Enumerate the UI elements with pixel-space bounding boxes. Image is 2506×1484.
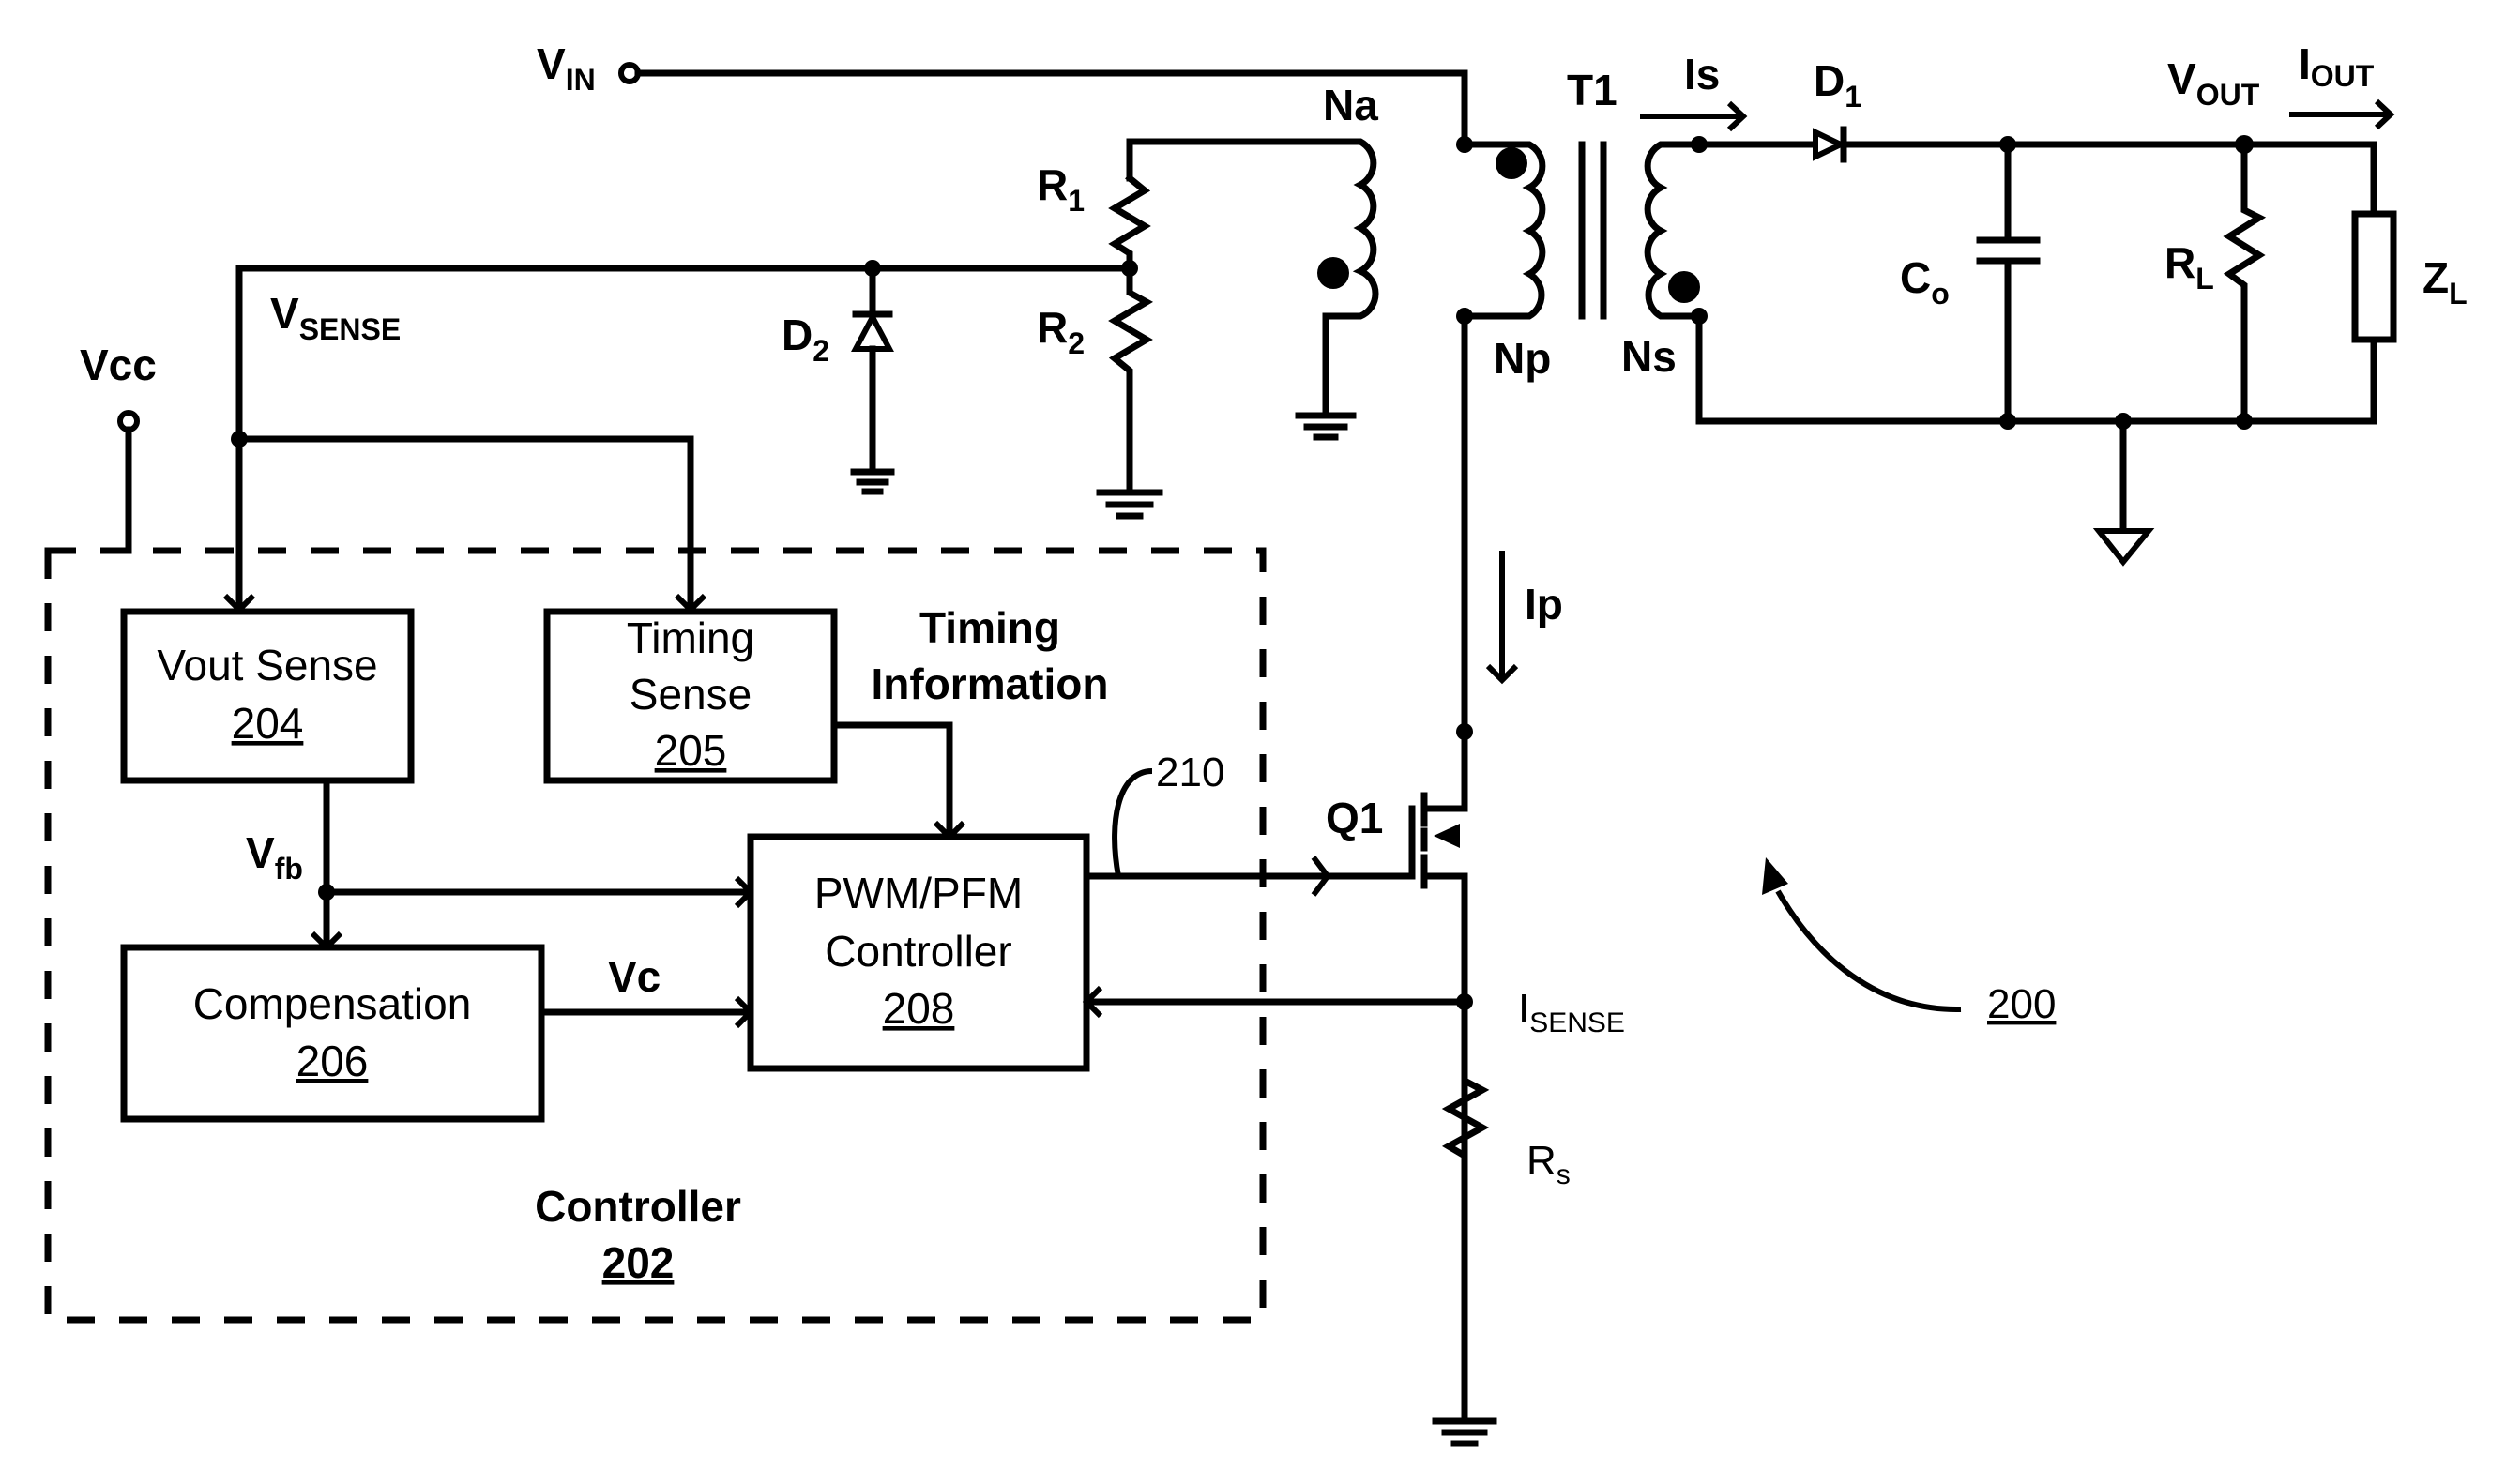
zl-label: ZL bbox=[2422, 253, 2468, 310]
rs-label: Rs bbox=[1526, 1138, 1571, 1190]
na-polarity-dot bbox=[1317, 257, 1349, 289]
zl-impedance bbox=[2351, 210, 2397, 343]
timing-info-wire bbox=[830, 721, 953, 840]
secondary-polarity-dot bbox=[1668, 271, 1700, 303]
rl-resistor bbox=[2223, 141, 2267, 425]
ground-icon bbox=[1295, 412, 1357, 441]
na-label: Na bbox=[1323, 81, 1378, 129]
controller-ref: 202 bbox=[602, 1238, 675, 1287]
aux-winding: Na bbox=[1126, 81, 1379, 441]
rl-bottom-junction bbox=[2236, 413, 2253, 430]
signal-ground-icon bbox=[2092, 528, 2155, 567]
zener-diode-d2-icon bbox=[851, 310, 894, 352]
co-bottom-junction bbox=[1999, 413, 2016, 430]
d1-label: D1 bbox=[1814, 56, 1861, 114]
ref-210-label: 210 bbox=[1156, 750, 1224, 795]
pwm-pfm-ref: 208 bbox=[883, 984, 955, 1033]
timing-sense-feed-wire bbox=[235, 435, 694, 613]
output-stage: D1 Co RL ZL VOUT IOUT bbox=[1695, 39, 2468, 567]
vin-label: VIN bbox=[537, 39, 596, 97]
vfb-label: Vfb bbox=[246, 828, 303, 886]
ip-label: Ip bbox=[1525, 580, 1563, 628]
timing-info-label-line2: Information bbox=[872, 659, 1109, 708]
vout-sense-label: Vout Sense bbox=[157, 641, 377, 689]
compensation-label: Compensation bbox=[193, 979, 472, 1028]
vsense-label: VSENSE bbox=[270, 289, 401, 346]
q1-drain-wire bbox=[1420, 728, 1468, 812]
isense-label: ISENSE bbox=[1518, 986, 1625, 1038]
d2-label: D2 bbox=[782, 310, 829, 368]
timing-info-label-line1: Timing bbox=[919, 603, 1060, 652]
r1-label: R1 bbox=[1037, 160, 1085, 218]
ref-200-label: 200 bbox=[1987, 981, 2056, 1027]
controller-title: Controller bbox=[535, 1182, 741, 1231]
r1-to-na-wire bbox=[1126, 138, 1355, 182]
ground-icon bbox=[850, 468, 895, 495]
primary-polarity-dot bbox=[1496, 147, 1527, 179]
np-label: Np bbox=[1494, 334, 1551, 383]
flyback-converter-schematic: VIN T1 Np Ns Is Na R1 R2 VSENSE D2 Vcc C… bbox=[44, 39, 2468, 1447]
q1-label: Q1 bbox=[1326, 794, 1383, 842]
ref-200-leader bbox=[1775, 889, 1962, 1013]
timing-sense-ref: 205 bbox=[655, 726, 727, 775]
iout-label: IOUT bbox=[2299, 39, 2375, 93]
rl-label: RL bbox=[2164, 238, 2214, 295]
rs-resistor bbox=[1441, 998, 1490, 1420]
current-sense: ISENSE Rs bbox=[1082, 985, 1625, 1447]
block-vout-sense[interactable]: Vout Sense 204 bbox=[120, 608, 415, 784]
ns-label: Ns bbox=[1621, 332, 1677, 381]
vout-sense-ref: 204 bbox=[232, 699, 304, 748]
vcc-terminal: Vcc bbox=[80, 341, 157, 554]
ground-icon bbox=[1096, 489, 1163, 520]
na-winding bbox=[1322, 138, 1379, 320]
ref-200-arrow-icon bbox=[1762, 857, 1788, 895]
block-compensation[interactable]: Compensation 206 bbox=[120, 944, 545, 1123]
pwm-pfm-label-line1: PWM/PFM bbox=[814, 869, 1023, 917]
vc-label: Vc bbox=[608, 952, 661, 1001]
block-timing-sense[interactable]: Timing Sense 205 bbox=[543, 608, 838, 784]
co-label: Co bbox=[1900, 253, 1950, 310]
diode-d1-icon bbox=[1813, 126, 1847, 163]
t1-label: T1 bbox=[1567, 66, 1618, 114]
resistor-divider: R1 R2 bbox=[1037, 160, 1163, 520]
block-pwm-pfm-controller[interactable]: PWM/PFM Controller 208 bbox=[747, 833, 1090, 1072]
vsense-net: VSENSE D2 bbox=[222, 260, 1133, 614]
vcc-label: Vcc bbox=[80, 341, 157, 389]
controller-202: Controller 202 Vout Sense 204 Timing Sen… bbox=[44, 547, 1267, 1324]
r2-label: R2 bbox=[1037, 303, 1085, 360]
ground-icon bbox=[1432, 1417, 1497, 1447]
figure-reference: 200 bbox=[1762, 857, 2056, 1027]
q1-body-arrow-icon bbox=[1434, 824, 1460, 848]
vout-label: VOUT bbox=[2167, 54, 2260, 112]
q1-source-wire bbox=[1420, 872, 1468, 1223]
r2-resistor bbox=[1108, 265, 1154, 496]
ref-210-leader bbox=[1112, 768, 1153, 877]
r1-resistor bbox=[1108, 174, 1151, 272]
is-label: Is bbox=[1684, 50, 1720, 98]
pwm-pfm-label-line2: Controller bbox=[825, 927, 1011, 976]
compensation-ref: 206 bbox=[296, 1037, 369, 1085]
ip-indicator: Ip bbox=[1485, 551, 1563, 685]
output-return-rail bbox=[1695, 312, 2377, 425]
timing-sense-label-line1: Timing bbox=[627, 613, 754, 662]
timing-sense-label-line2: Sense bbox=[630, 670, 752, 719]
